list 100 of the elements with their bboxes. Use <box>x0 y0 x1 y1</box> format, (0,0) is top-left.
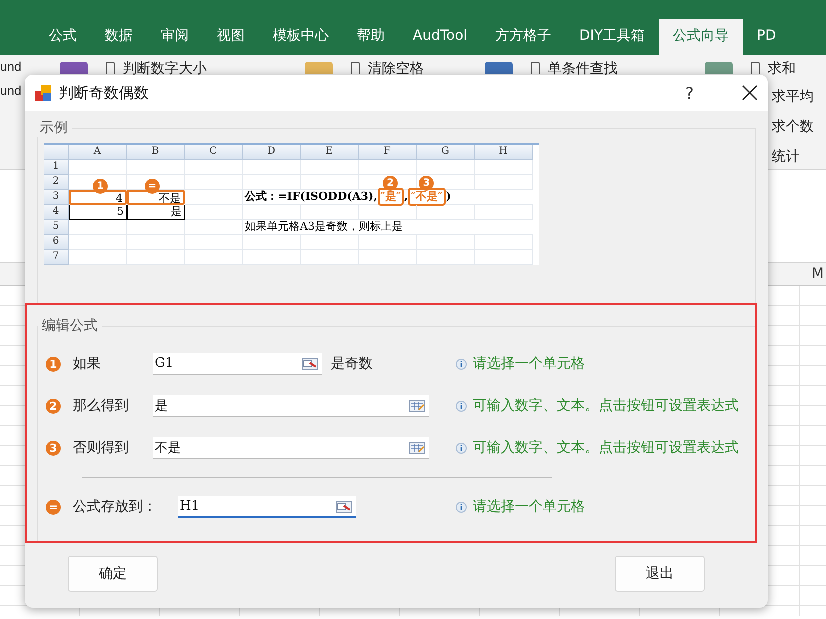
sheet-cell <box>185 250 243 265</box>
step-badge: = <box>46 500 61 514</box>
sheet-cell: 是 <box>127 205 185 220</box>
checkbox-icon[interactable] <box>351 62 360 74</box>
sheet-cell <box>359 205 417 220</box>
sheet-cell <box>417 160 475 175</box>
sheet-cell <box>417 250 475 265</box>
corner-header <box>44 145 69 160</box>
field-label: 否则得到 <box>73 439 130 457</box>
ribbon-tab[interactable]: 帮助 <box>343 19 399 55</box>
column-header: A <box>69 145 127 160</box>
sheet-cell <box>127 250 185 265</box>
field-label: 那么得到 <box>73 397 130 415</box>
sheet-cell <box>69 250 127 265</box>
row-header: 1 <box>44 160 69 175</box>
sheet-cell: 5 <box>69 205 127 220</box>
input-field[interactable]: 不是 <box>153 437 429 459</box>
checkbox-icon[interactable] <box>106 62 115 74</box>
info-icon <box>456 502 467 512</box>
ribbon-label[interactable]: 单条件查找 <box>548 62 618 76</box>
sheet-cell <box>185 175 243 190</box>
ribbon-tab[interactable]: DIY工具箱 <box>566 19 659 55</box>
input-field[interactable]: G1 <box>153 353 322 375</box>
ribbon-label[interactable]: 清除空格 <box>368 62 424 76</box>
sheet-cell <box>185 160 243 175</box>
window-icon[interactable] <box>336 501 352 513</box>
column-header: C <box>185 145 243 160</box>
field-label: 是奇数 <box>331 355 373 373</box>
dialog-button[interactable]: 确定 <box>68 556 158 592</box>
sheet-cell <box>359 160 417 175</box>
step-badge: 2 <box>46 398 61 414</box>
ribbon-label[interactable]: 统计 <box>772 148 800 166</box>
field-label: 公式存放到： <box>73 498 158 516</box>
sheet-cell <box>127 235 185 250</box>
sheet-cell <box>301 175 359 190</box>
sheet-cell <box>69 235 127 250</box>
sheet-cell <box>475 250 533 265</box>
ribbon-tab[interactable]: 视图 <box>203 19 259 55</box>
sheet-cell <box>243 160 301 175</box>
sheet-cell <box>127 160 185 175</box>
formula-text: ) <box>446 190 452 204</box>
info-icon <box>456 400 467 412</box>
sheet-cell <box>475 160 533 175</box>
sheet-cell <box>243 250 301 265</box>
sheet-cell <box>301 160 359 175</box>
column-header: G <box>417 145 475 160</box>
checkbox-icon[interactable] <box>531 62 540 74</box>
ribbon-tab[interactable]: 公式 <box>35 19 91 55</box>
sheet-cell <box>69 160 127 175</box>
sheet-cell <box>185 235 243 250</box>
hint-text: 可输入数字、文本。点击按钮可设置表达式 <box>473 397 739 415</box>
ribbon-tab[interactable]: PD <box>743 19 790 55</box>
row-header: 3 <box>44 190 69 205</box>
step-badge: 3 <box>419 176 434 191</box>
help-button[interactable]: ? <box>686 84 694 102</box>
close-icon[interactable] <box>742 85 758 101</box>
note-text: 如果单元格A3是奇数，则标上是 <box>245 220 403 234</box>
ribbon-tab[interactable]: 审阅 <box>147 19 203 55</box>
ribbon-label[interactable]: 求平均 <box>772 88 814 106</box>
ribbon-label[interactable]: und <box>0 84 22 98</box>
sheet-cell <box>301 250 359 265</box>
ribbon-tab[interactable]: 模板中心 <box>259 19 343 55</box>
dialog-button[interactable]: 退出 <box>615 556 705 592</box>
ribbon-label[interactable]: 判断数字大小 <box>123 62 207 76</box>
step-badge: 1 <box>46 356 61 372</box>
info-icon <box>456 442 467 454</box>
sheet-cell <box>475 175 533 190</box>
input-field[interactable]: H1 <box>178 496 356 518</box>
ribbon-tab[interactable]: 方方格子 <box>482 19 566 55</box>
ribbon-label[interactable]: 求个数 <box>772 118 814 136</box>
window-title: 判断奇数偶数 <box>59 84 150 102</box>
column-header: H <box>475 145 533 160</box>
sheet-cell <box>185 205 243 220</box>
sheet-cell <box>69 220 127 235</box>
checkbox-icon[interactable] <box>751 62 760 74</box>
row-header: 2 <box>44 175 69 190</box>
window-icon[interactable] <box>302 358 318 370</box>
ribbon-tab[interactable]: 数据 <box>91 19 147 55</box>
row-header: 7 <box>44 250 69 265</box>
table-icon[interactable] <box>409 442 425 454</box>
ribbon-tab[interactable]: AudTool <box>399 19 482 55</box>
formula-text: 公式：=IF(ISODD(A3), <box>245 190 378 204</box>
row-header: 6 <box>44 235 69 250</box>
input-field[interactable]: 是 <box>153 395 429 417</box>
row-header: 5 <box>44 220 69 235</box>
ribbon-label[interactable]: 求和 <box>768 62 796 76</box>
ribbon-label[interactable]: und <box>0 60 22 74</box>
column-header: B <box>127 145 185 160</box>
step-badge: 1 <box>93 179 108 194</box>
column-header: F <box>359 145 417 160</box>
hint-text: 可输入数字、文本。点击按钮可设置表达式 <box>473 439 739 457</box>
step-badge: 3 <box>46 440 61 456</box>
ribbon-tab[interactable]: 公式向导 <box>659 19 743 55</box>
row-header: 4 <box>44 205 69 220</box>
table-icon[interactable] <box>409 400 425 412</box>
column-header: M <box>812 265 825 284</box>
column-header: D <box>243 145 301 160</box>
app-icon <box>35 85 51 101</box>
hint-text: 请选择一个单元格 <box>473 498 585 516</box>
formula-text: , <box>404 190 408 204</box>
